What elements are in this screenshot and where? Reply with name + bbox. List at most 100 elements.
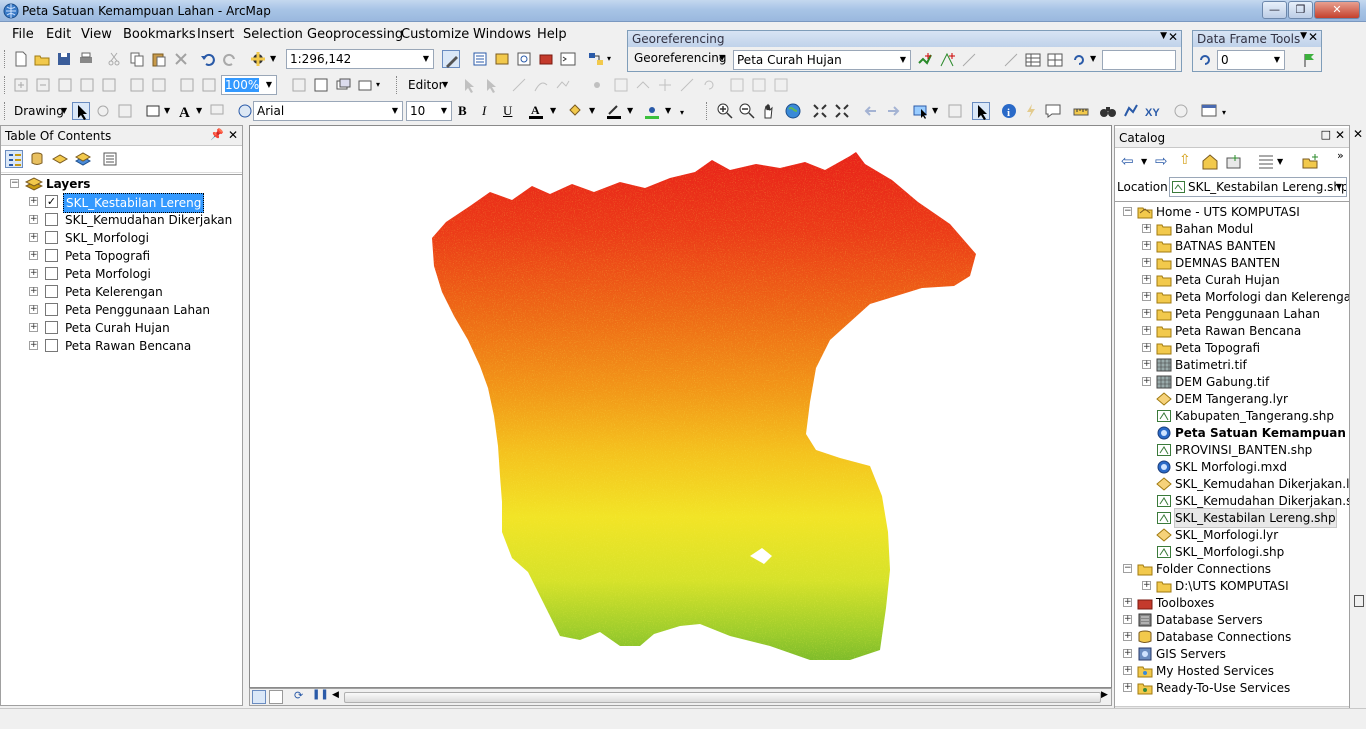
expand-icon[interactable]: +: [1123, 683, 1132, 692]
pan-hand-icon[interactable]: [760, 102, 778, 120]
endpoint-arc-icon[interactable]: [532, 76, 550, 94]
collapse-icon[interactable]: −: [1123, 564, 1132, 573]
layer-visibility-checkbox[interactable]: [45, 339, 58, 352]
add-control-points-icon[interactable]: [938, 51, 956, 69]
home-folder-icon[interactable]: [1201, 153, 1219, 170]
select-features-dropdown[interactable]: ▼: [932, 106, 938, 115]
fill-color-dropdown[interactable]: ▼: [589, 106, 595, 115]
dock-close-icon[interactable]: ✕: [1353, 127, 1363, 141]
catalog-item[interactable]: Peta Satuan Kemampuan Laha: [1115, 424, 1349, 442]
catalog-item-label[interactable]: GIS Servers: [1156, 645, 1226, 663]
expand-icon[interactable]: +: [1142, 326, 1151, 335]
views-dropdown[interactable]: ▼: [1277, 157, 1283, 166]
minimize-button[interactable]: —: [1262, 1, 1287, 19]
select-elements-pointer-icon[interactable]: [972, 102, 990, 120]
expand-icon[interactable]: +: [1142, 581, 1151, 590]
layout-zoom-combo[interactable]: 100% ▼: [221, 75, 277, 95]
catalog-item-label[interactable]: D:\UTS KOMPUTASI: [1175, 577, 1289, 595]
collapse-icon[interactable]: −: [1123, 207, 1132, 216]
refresh-icon[interactable]: ⟳: [294, 689, 303, 702]
up-one-level-icon[interactable]: ⇧: [1179, 152, 1191, 168]
catalog-item[interactable]: + D:\UTS KOMPUTASI: [1115, 577, 1349, 595]
forward-extent-icon[interactable]: [884, 102, 902, 120]
catalog-item[interactable]: + Peta Curah Hujan: [1115, 271, 1349, 289]
toc-close-icon[interactable]: ✕: [228, 128, 238, 142]
expand-icon[interactable]: +: [29, 305, 38, 314]
toolbar-options-dropdown[interactable]: ▾: [1222, 108, 1226, 117]
expand-icon[interactable]: +: [1142, 258, 1151, 267]
font-icon[interactable]: [236, 102, 254, 120]
link-table-grid-icon[interactable]: [1046, 51, 1064, 69]
editor-toolbar-toggle-icon[interactable]: [442, 50, 460, 68]
find-binoculars-icon[interactable]: [1099, 102, 1117, 120]
expand-icon[interactable]: +: [1123, 598, 1132, 607]
new-document-icon[interactable]: [12, 50, 30, 68]
select-features-icon[interactable]: [912, 102, 930, 120]
catalog-item[interactable]: SKL_Kestabilan Lereng.shp: [1115, 508, 1349, 528]
font-size-combo[interactable]: 10 ▼: [406, 101, 452, 121]
menu-view[interactable]: View: [81, 27, 112, 42]
list-by-visibility-icon[interactable]: [51, 150, 69, 168]
back-dropdown[interactable]: ▼: [1141, 157, 1147, 166]
back-arrow-icon[interactable]: ⇦: [1121, 152, 1134, 170]
paste-icon[interactable]: [150, 50, 168, 68]
rectangle-dropdown[interactable]: ▼: [164, 106, 170, 115]
collapse-icon[interactable]: −: [10, 179, 19, 188]
catalog-item[interactable]: SKL_Morfologi.lyr: [1115, 526, 1349, 544]
expand-icon[interactable]: +: [1142, 377, 1151, 386]
rotate-view-icon[interactable]: [1070, 51, 1088, 69]
line-color-dropdown[interactable]: ▼: [627, 106, 633, 115]
pin-icon[interactable]: 📌: [210, 128, 224, 141]
toolbar-grip[interactable]: [396, 76, 399, 94]
rotate-data-frame-icon[interactable]: [1196, 51, 1214, 69]
expand-icon[interactable]: +: [1142, 343, 1151, 352]
georeferencing-title[interactable]: Georeferencing: [628, 31, 1181, 47]
expand-icon[interactable]: +: [1123, 615, 1132, 624]
pause-drawing-icon[interactable]: ❚❚: [312, 689, 329, 700]
menu-insert[interactable]: Insert: [197, 27, 234, 42]
layout-view-icon[interactable]: [269, 690, 283, 704]
catalog-item-label[interactable]: Batimetri.tif: [1175, 356, 1247, 374]
toolbar-grip[interactable]: [706, 102, 709, 120]
catalog-home-node[interactable]: − Home - UTS KOMPUTASI: [1115, 203, 1349, 221]
catalog-window-icon[interactable]: [493, 50, 511, 68]
zoom-out-layout-icon[interactable]: [34, 76, 52, 94]
rotate-element-icon[interactable]: [94, 102, 112, 120]
full-extent-globe-icon[interactable]: [784, 102, 802, 120]
data-driven-pages-icon[interactable]: [356, 76, 374, 94]
modelbuilder-icon[interactable]: [587, 50, 605, 68]
edit-tool-icon[interactable]: [460, 76, 478, 94]
edit-vertices-icon[interactable]: [612, 76, 630, 94]
layer-visibility-checkbox[interactable]: [45, 231, 58, 244]
data-frame-rotation-combo[interactable]: 0 ▼: [1217, 50, 1285, 70]
expand-icon[interactable]: +: [1142, 292, 1151, 301]
menu-selection[interactable]: Selection: [243, 27, 303, 42]
dataframe-tools-dropdown-icon[interactable]: ▼: [1300, 31, 1307, 41]
menu-geoprocessing[interactable]: Geoprocessing: [307, 27, 403, 42]
rotate-georef-icon[interactable]: [916, 51, 934, 69]
layer-visibility-checkbox[interactable]: ✓: [45, 195, 58, 208]
layer-visibility-checkbox[interactable]: [45, 285, 58, 298]
catalog-item[interactable]: + Batimetri.tif: [1115, 356, 1349, 374]
italic-button[interactable]: I: [482, 103, 486, 119]
catalog-item-label[interactable]: BATNAS BANTEN: [1175, 237, 1276, 255]
catalog-item-label[interactable]: Home - UTS KOMPUTASI: [1156, 203, 1300, 221]
toolbar-options-dropdown[interactable]: ▾: [680, 108, 684, 117]
catalog-item-label[interactable]: Peta Rawan Bencana: [1175, 322, 1301, 340]
new-folder-icon[interactable]: [1301, 153, 1319, 170]
catalog-root-node[interactable]: + Database Servers: [1115, 611, 1349, 629]
toc-options-icon[interactable]: [101, 150, 119, 168]
straight-segment-icon[interactable]: [510, 76, 528, 94]
catalog-item[interactable]: + DEM Gabung.tif: [1115, 373, 1349, 391]
point-icon[interactable]: [588, 76, 606, 94]
catalog-item-label[interactable]: SKL_Morfologi.lyr: [1175, 526, 1278, 544]
layer-name[interactable]: Peta Topografi: [65, 247, 150, 265]
toolbar-grip[interactable]: [4, 76, 7, 94]
go-to-xy-icon[interactable]: XY: [1144, 102, 1162, 120]
expand-icon[interactable]: +: [29, 323, 38, 332]
expand-icon[interactable]: +: [29, 269, 38, 278]
focus-data-frame-icon[interactable]: [312, 76, 330, 94]
expand-icon[interactable]: +: [1142, 360, 1151, 369]
forward-arrow-icon[interactable]: ⇨: [1155, 152, 1168, 170]
georef-close-icon[interactable]: ✕: [1168, 30, 1178, 44]
